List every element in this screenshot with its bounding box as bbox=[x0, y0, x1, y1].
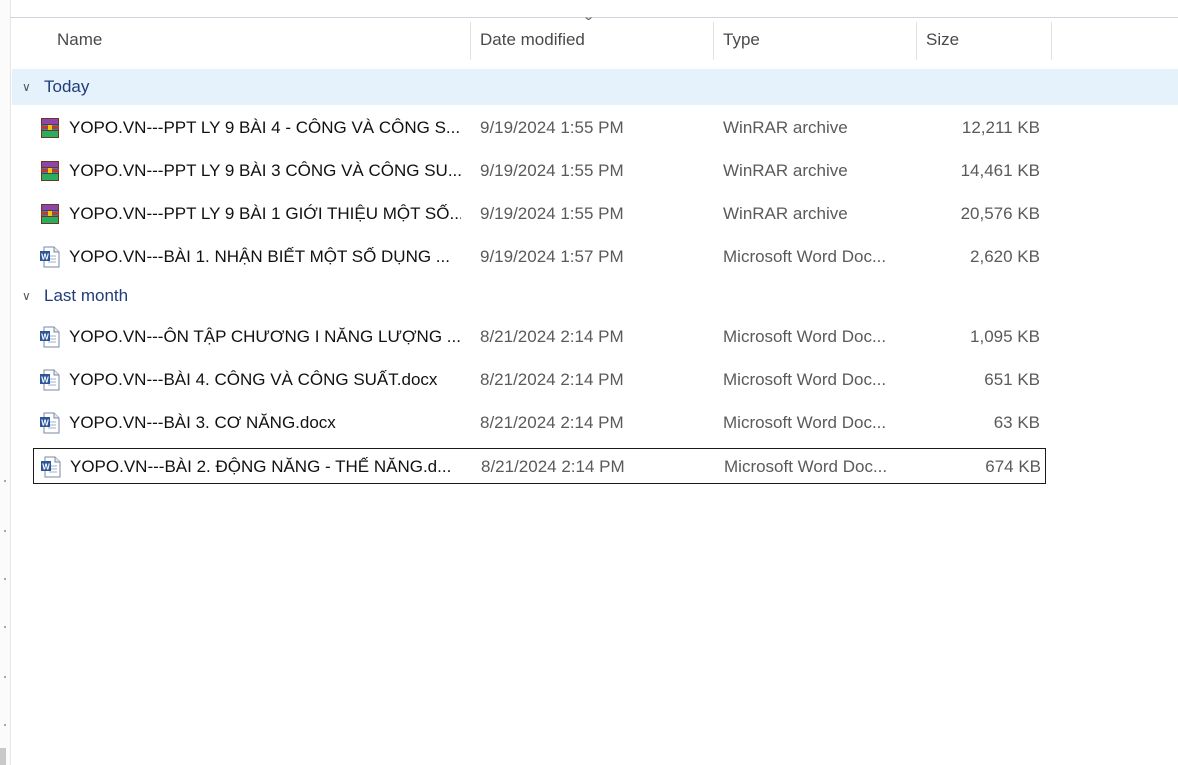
file-row[interactable]: W YOPO.VN---BÀI 3. CƠ NĂNG.docx 8/21/2024 … bbox=[33, 405, 1046, 441]
file-date-modified: 8/21/2024 2:14 PM bbox=[480, 413, 624, 432]
svg-text:W: W bbox=[41, 375, 49, 384]
nav-tick bbox=[4, 676, 6, 678]
file-date-modified: 8/21/2024 2:14 PM bbox=[481, 457, 625, 476]
file-name: YOPO.VN---PPT LY 9 BÀI 4 - CÔNG VÀ CÔNG … bbox=[69, 118, 461, 137]
file-size: 651 KB bbox=[984, 370, 1040, 389]
file-name: YOPO.VN---PPT LY 9 BÀI 1 GIỚI THIỆU MỘT … bbox=[69, 204, 461, 223]
column-header-name[interactable]: Name bbox=[47, 18, 470, 62]
file-name: YOPO.VN---BÀI 3. CƠ NĂNG.docx bbox=[69, 413, 336, 432]
file-row[interactable]: YOPO.VN---PPT LY 9 BÀI 4 - CÔNG VÀ CÔNG … bbox=[33, 110, 1046, 146]
winrar-archive-icon bbox=[39, 117, 61, 139]
file-name: YOPO.VN---PPT LY 9 BÀI 3 CÔNG VÀ CÔNG SU… bbox=[69, 161, 461, 180]
file-type: Microsoft Word Doc... bbox=[723, 413, 887, 432]
file-size: 1,095 KB bbox=[970, 327, 1040, 346]
file-type: WinRAR archive bbox=[723, 161, 848, 180]
chevron-down-icon[interactable]: ∨ bbox=[22, 69, 31, 105]
word-document-icon: W bbox=[39, 412, 61, 434]
nav-tick bbox=[4, 578, 6, 580]
file-name: YOPO.VN---BÀI 2. ĐỘNG NĂNG - THẾ NĂNG.d.… bbox=[70, 457, 452, 476]
file-name: YOPO.VN---ÔN TẬP CHƯƠNG I NĂNG LƯỢNG ... bbox=[69, 327, 461, 346]
file-row[interactable]: YOPO.VN---PPT LY 9 BÀI 3 CÔNG VÀ CÔNG SU… bbox=[33, 153, 1046, 189]
winrar-archive-icon bbox=[39, 203, 61, 225]
file-size: 63 KB bbox=[993, 413, 1040, 432]
svg-text:W: W bbox=[41, 252, 49, 261]
svg-text:W: W bbox=[41, 418, 49, 427]
file-date-modified: 9/19/2024 1:55 PM bbox=[480, 118, 624, 137]
column-header-row: Name Date modified ⌄ Type Size bbox=[10, 11, 1178, 62]
svg-text:W: W bbox=[41, 332, 49, 341]
word-document-icon: W bbox=[39, 326, 61, 348]
navigation-pane-edge bbox=[0, 0, 11, 765]
word-document-icon: W bbox=[39, 246, 61, 268]
file-date-modified: 9/19/2024 1:57 PM bbox=[480, 247, 624, 266]
column-header-date-modified[interactable]: Date modified bbox=[470, 18, 713, 62]
svg-text:W: W bbox=[42, 462, 50, 471]
word-document-icon: W bbox=[40, 456, 62, 478]
sort-descending-icon: ⌄ bbox=[582, 11, 596, 23]
file-name: YOPO.VN---BÀI 1. NHẬN BIẾT MỘT SỐ DỤNG .… bbox=[69, 247, 450, 266]
nav-tick bbox=[4, 626, 6, 628]
file-type: WinRAR archive bbox=[723, 118, 848, 137]
file-size: 12,211 KB bbox=[961, 118, 1040, 137]
file-size: 14,461 KB bbox=[960, 161, 1040, 180]
file-row[interactable]: W YOPO.VN---BÀI 4. CÔNG VÀ CÔNG SUẤT.docx… bbox=[33, 362, 1046, 398]
file-row[interactable]: W YOPO.VN---BÀI 1. NHẬN BIẾT MỘT SỐ DỤNG … bbox=[33, 239, 1046, 275]
column-resize-handle[interactable] bbox=[1051, 22, 1052, 60]
file-row[interactable]: W YOPO.VN---ÔN TẬP CHƯƠNG I NĂNG LƯỢNG ..… bbox=[33, 319, 1046, 355]
chevron-down-icon[interactable]: ∨ bbox=[22, 278, 31, 314]
file-size: 2,620 KB bbox=[970, 247, 1040, 266]
column-header-size[interactable]: Size bbox=[916, 18, 1051, 62]
group-header[interactable]: ∨ Today bbox=[12, 69, 1178, 105]
file-size: 674 KB bbox=[985, 457, 1041, 476]
group-header[interactable]: ∨ Last month bbox=[12, 278, 1178, 314]
nav-tick bbox=[4, 724, 6, 726]
file-date-modified: 9/19/2024 1:55 PM bbox=[480, 204, 624, 223]
group-label: Today bbox=[44, 77, 90, 96]
file-name: YOPO.VN---BÀI 4. CÔNG VÀ CÔNG SUẤT.docx bbox=[69, 370, 438, 389]
scrollbar-thumb[interactable] bbox=[0, 748, 6, 765]
file-date-modified: 8/21/2024 2:14 PM bbox=[480, 327, 624, 346]
file-row[interactable]: W YOPO.VN---BÀI 2. ĐỘNG NĂNG - THẾ NĂNG.d… bbox=[33, 448, 1046, 484]
file-explorer-window: Name Date modified ⌄ Type Size ∨ Today YOP… bbox=[0, 0, 1178, 765]
file-type: WinRAR archive bbox=[723, 204, 848, 223]
nav-tick bbox=[4, 480, 6, 482]
file-type: Microsoft Word Doc... bbox=[723, 370, 887, 389]
file-date-modified: 8/21/2024 2:14 PM bbox=[480, 370, 624, 389]
file-type: Microsoft Word Doc... bbox=[723, 247, 887, 266]
word-document-icon: W bbox=[39, 369, 61, 391]
file-size: 20,576 KB bbox=[960, 204, 1040, 223]
winrar-archive-icon bbox=[39, 160, 61, 182]
file-type: Microsoft Word Doc... bbox=[724, 457, 888, 476]
column-header-type[interactable]: Type bbox=[713, 18, 916, 62]
file-row[interactable]: YOPO.VN---PPT LY 9 BÀI 1 GIỚI THIỆU MỘT … bbox=[33, 196, 1046, 232]
file-type: Microsoft Word Doc... bbox=[723, 327, 887, 346]
group-label: Last month bbox=[44, 286, 129, 305]
nav-tick bbox=[4, 530, 6, 532]
file-date-modified: 9/19/2024 1:55 PM bbox=[480, 161, 624, 180]
